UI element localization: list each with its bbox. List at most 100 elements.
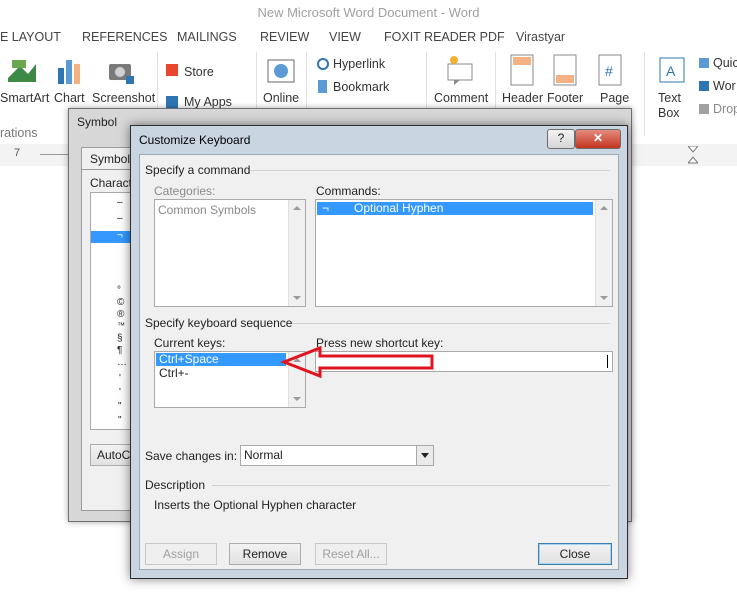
- store-button[interactable]: Store: [184, 65, 214, 79]
- char-item[interactable]: ™: [117, 321, 125, 330]
- special-characters-list[interactable]: – – ¬ ° © ® ™ § ¶ … ' ' " ": [90, 192, 134, 430]
- char-item[interactable]: –: [117, 197, 123, 208]
- save-changes-in-value: Normal: [244, 448, 283, 462]
- char-item-selected[interactable]: ¬: [91, 230, 133, 243]
- char-item[interactable]: ©: [117, 297, 124, 308]
- header-icon[interactable]: [510, 54, 534, 86]
- bookmark-button[interactable]: Bookmark: [333, 80, 389, 94]
- online-video-icon[interactable]: [266, 56, 296, 86]
- group-divider: [250, 170, 610, 171]
- online-video-button[interactable]: Online: [263, 91, 299, 105]
- text-cursor: [607, 355, 608, 368]
- char-item[interactable]: …: [117, 357, 127, 368]
- tab-view[interactable]: VIEW: [329, 30, 361, 44]
- reset-all-button[interactable]: Reset All...: [315, 543, 387, 565]
- svg-text:#: #: [605, 63, 613, 79]
- text-box-icon[interactable]: A: [658, 56, 686, 84]
- categories-list[interactable]: Common Symbols: [154, 199, 306, 307]
- wordart-button[interactable]: Wor: [713, 79, 736, 93]
- char-item[interactable]: ": [118, 401, 122, 412]
- close-button[interactable]: Close: [538, 543, 612, 565]
- char-item[interactable]: ": [118, 415, 122, 426]
- svg-text:A: A: [666, 63, 676, 79]
- hyperlink-button[interactable]: Hyperlink: [333, 57, 385, 71]
- drop-cap-icon: [699, 104, 709, 114]
- save-changes-in-select[interactable]: Normal: [240, 445, 434, 466]
- smartart-icon[interactable]: [6, 56, 40, 86]
- close-icon[interactable]: ✕: [575, 129, 621, 149]
- comment-icon[interactable]: [444, 54, 476, 86]
- char-item[interactable]: ¶: [117, 345, 122, 356]
- smartart-button[interactable]: SmartArt: [0, 91, 49, 105]
- commands-list[interactable]: ¬ Optional Hyphen: [315, 199, 613, 307]
- char-item[interactable]: ': [119, 373, 121, 384]
- help-button[interactable]: ?: [547, 129, 575, 149]
- chart-button[interactable]: Chart: [54, 91, 85, 105]
- specify-command-heading: Specify a command: [145, 163, 251, 177]
- comment-button[interactable]: Comment: [434, 91, 488, 105]
- store-icon: [166, 64, 178, 76]
- chevron-down-icon[interactable]: [416, 446, 433, 465]
- customize-keyboard-title: Customize Keyboard: [139, 133, 251, 147]
- command-symbol: ¬: [322, 201, 330, 215]
- bookmark-icon: [318, 80, 327, 93]
- commands-label: Commands:: [316, 184, 381, 198]
- char-item[interactable]: °: [117, 285, 121, 296]
- categories-scrollbar[interactable]: [288, 200, 305, 306]
- screenshot-icon[interactable]: [106, 56, 136, 86]
- tab-page-layout[interactable]: E LAYOUT: [0, 30, 61, 44]
- current-key-selected[interactable]: Ctrl+Space: [156, 352, 286, 366]
- my-apps-button[interactable]: My Apps: [184, 95, 232, 109]
- text-box-button[interactable]: Text Box: [658, 91, 694, 121]
- description-heading: Description: [145, 478, 206, 492]
- current-key-label: Ctrl+Space: [159, 352, 219, 366]
- window-title: New Microsoft Word Document - Word: [257, 5, 480, 20]
- chart-icon[interactable]: [56, 54, 82, 86]
- screenshot-button[interactable]: Screenshot: [92, 91, 155, 105]
- commands-scrollbar[interactable]: [595, 200, 612, 306]
- quick-parts-button[interactable]: Quic: [713, 56, 737, 70]
- remove-button[interactable]: Remove: [229, 543, 301, 565]
- header-button[interactable]: Header: [502, 91, 543, 105]
- tab-mailings[interactable]: MAILINGS: [177, 30, 237, 44]
- description-text: Inserts the Optional Hyphen character: [154, 498, 357, 512]
- title-bar: New Microsoft Word Document - Word: [0, 0, 737, 24]
- quick-parts-icon: [699, 58, 709, 68]
- footer-icon[interactable]: [553, 54, 577, 86]
- ruler-mark: 7: [14, 147, 21, 159]
- char-item-label: ¬: [117, 230, 123, 241]
- page-number-button[interactable]: Page: [600, 91, 629, 105]
- command-name: Optional Hyphen: [354, 201, 444, 215]
- assign-button[interactable]: Assign: [145, 543, 217, 565]
- current-key-item[interactable]: Ctrl+-: [159, 366, 189, 380]
- annotation-arrow: [280, 345, 434, 379]
- command-item-selected[interactable]: ¬ Optional Hyphen: [317, 201, 593, 215]
- group-divider: [292, 323, 610, 324]
- page-number-icon[interactable]: #: [598, 54, 622, 86]
- my-apps-icon: [166, 96, 178, 108]
- indent-marker-icon[interactable]: [686, 145, 700, 164]
- drop-cap-button[interactable]: Drop: [713, 102, 737, 116]
- hyperlink-icon: [316, 57, 329, 70]
- illustrations-group-label: rations: [0, 126, 38, 140]
- char-item[interactable]: –: [117, 213, 123, 224]
- ruler-tick: [40, 154, 70, 155]
- ribbon-tabs: E LAYOUT REFERENCES MAILINGS REVIEW VIEW…: [0, 24, 737, 48]
- footer-button[interactable]: Footer: [547, 91, 583, 105]
- category-item[interactable]: Common Symbols: [158, 203, 256, 217]
- tab-review[interactable]: REVIEW: [260, 30, 309, 44]
- character-name-label: Charact: [90, 176, 133, 190]
- annotation-arrow-shape: [280, 345, 434, 379]
- char-item[interactable]: ®: [117, 309, 124, 320]
- ribbon-separator: [644, 52, 645, 136]
- wordart-icon: [699, 81, 709, 91]
- tab-references[interactable]: REFERENCES: [82, 30, 167, 44]
- specify-sequence-heading: Specify keyboard sequence: [145, 316, 293, 330]
- tab-foxit-reader-pdf[interactable]: FOXIT READER PDF: [384, 30, 505, 44]
- symbol-dialog-title: Symbol: [77, 115, 118, 129]
- char-item[interactable]: §: [117, 333, 123, 344]
- char-item[interactable]: ': [119, 387, 121, 398]
- save-changes-in-label: Save changes in:: [145, 449, 238, 463]
- categories-label: Categories:: [154, 184, 216, 198]
- tab-virastyar[interactable]: Virastyar: [516, 30, 565, 44]
